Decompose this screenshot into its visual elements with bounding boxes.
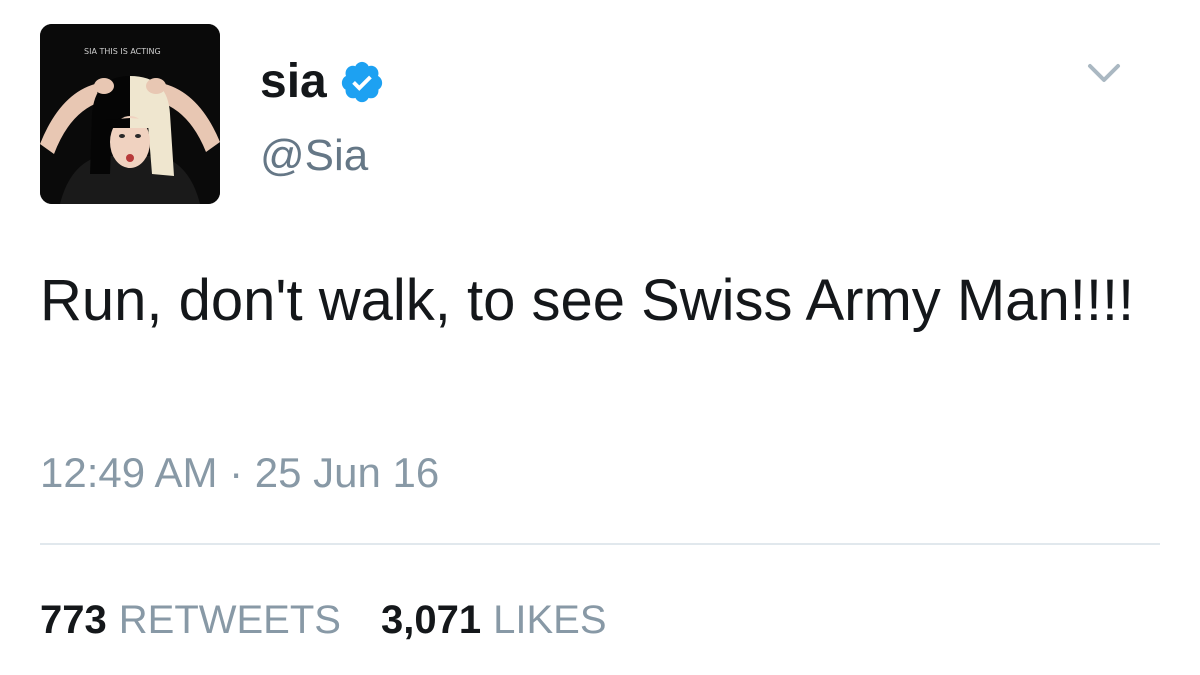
likes-stat[interactable]: 3,071 LIKES xyxy=(381,600,607,640)
verified-badge-icon xyxy=(339,59,385,105)
divider xyxy=(40,543,1160,545)
chevron-down-icon[interactable] xyxy=(1084,58,1124,88)
likes-count: 3,071 xyxy=(380,598,482,642)
display-name-row: sia xyxy=(260,52,385,112)
retweets-stat[interactable]: 773 RETWEETS xyxy=(40,600,341,640)
avatar-image: SIA THIS IS ACTING xyxy=(40,24,220,204)
tweet-stats: 773 RETWEETS 3,071 LIKES xyxy=(40,600,647,640)
likes-label: LIKES xyxy=(493,598,607,642)
avatar-caption: SIA THIS IS ACTING xyxy=(84,47,161,56)
retweets-label: RETWEETS xyxy=(118,598,341,642)
tweet-text: Run, don't walk, to see Swiss Army Man!!… xyxy=(40,268,1135,333)
user-handle[interactable]: @Sia xyxy=(260,134,368,178)
display-name[interactable]: sia xyxy=(260,58,327,106)
retweets-count: 773 xyxy=(40,598,107,642)
avatar[interactable]: SIA THIS IS ACTING xyxy=(40,24,220,204)
tweet-timestamp[interactable]: 12:49 AM · 25 Jun 16 xyxy=(40,452,439,494)
